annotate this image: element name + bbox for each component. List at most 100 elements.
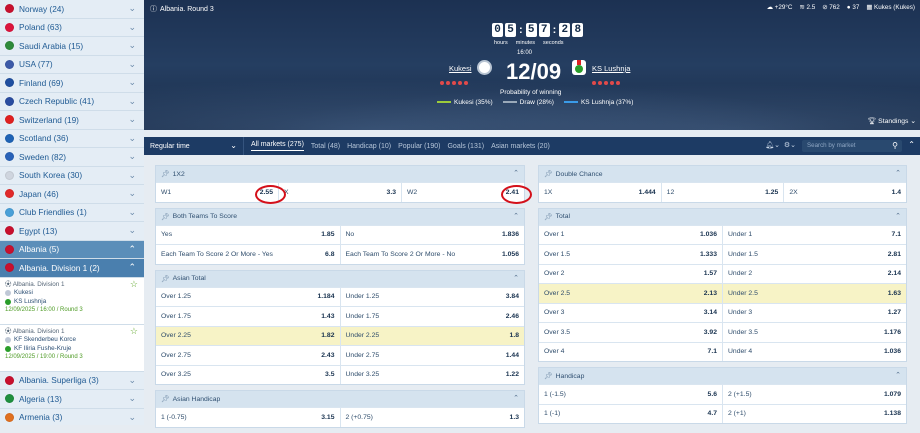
odds-cell[interactable]: Yes 1.85 bbox=[156, 225, 341, 244]
odds-cell[interactable]: Under 3.5 1.176 bbox=[723, 323, 906, 342]
odds-cell[interactable]: Under 2.25 1.8 bbox=[340, 326, 524, 345]
sidebar-item[interactable]: USA (77) ⌄ bbox=[0, 56, 144, 74]
odds-cell[interactable]: Each Team To Score 2 Or More - No 1.056 bbox=[340, 245, 524, 264]
odds-cell[interactable]: Over 2.75 2.43 bbox=[156, 346, 341, 365]
sidebar-item[interactable]: Albania. Division 1 (2) ⌃ bbox=[0, 259, 144, 278]
sidebar-item[interactable]: Japan (46) ⌄ bbox=[0, 185, 144, 204]
chevron-up-icon[interactable]: ⌃ bbox=[895, 371, 901, 379]
match-card[interactable]: ⚽︎ Albania. Division 1 Kukesi KS Lushnja 12… bbox=[0, 277, 144, 325]
chevron-up-icon[interactable]: ⌃ bbox=[895, 169, 901, 177]
favorite-star-icon[interactable]: ☆ bbox=[130, 326, 138, 336]
odds-cell[interactable]: Under 2.5 1.63 bbox=[723, 284, 906, 303]
sidebar-item[interactable]: Switzerland (19) ⌄ bbox=[0, 111, 144, 130]
chevron-up-icon[interactable]: ⌃ bbox=[513, 169, 519, 177]
match-card[interactable]: ⚽︎ Albania. Division 1 KF Skenderbeu Korc… bbox=[0, 324, 144, 372]
country-flag-icon bbox=[5, 375, 14, 385]
tab-popular[interactable]: Popular (190) bbox=[398, 143, 440, 150]
market-search-input[interactable]: Search by market bbox=[802, 140, 902, 152]
odds-cell[interactable]: Over 3 3.14 bbox=[539, 303, 723, 322]
odds-cell[interactable]: 1 (-1.5) 5.6 bbox=[539, 385, 723, 404]
odds-cell[interactable]: Over 1 1.036 bbox=[539, 225, 723, 244]
odds-cell[interactable]: 2X 1.4 bbox=[784, 183, 907, 202]
kickoff-time: 16:00 bbox=[517, 50, 533, 56]
sidebar-item[interactable]: Sweden (82) ⌄ bbox=[0, 148, 144, 167]
market-header[interactable]: 📌︎ Total ⌃ bbox=[539, 208, 906, 225]
pin-icon[interactable]: 📌︎ bbox=[161, 213, 170, 221]
home-team-link[interactable]: Kukesi bbox=[449, 64, 472, 73]
odds-cell[interactable]: Over 2.5 2.13 bbox=[539, 284, 723, 303]
sidebar-item[interactable]: Scotland (36) ⌄ bbox=[0, 130, 144, 148]
market-header[interactable]: 📌︎ Asian Total ⌃ bbox=[156, 270, 524, 287]
tab-asian-markets[interactable]: Asian markets (20) bbox=[491, 143, 550, 150]
sidebar-item[interactable]: South Korea (30) ⌄ bbox=[0, 167, 144, 185]
sidebar-item[interactable]: Egypt (13) ⌄ bbox=[0, 222, 144, 241]
odds-cell[interactable]: 2 (+1) 1.138 bbox=[723, 404, 906, 423]
odds-cell[interactable]: 1 (-0.75) 3.15 bbox=[156, 408, 341, 427]
sidebar-item[interactable]: Club Friendlies (1) ⌄ bbox=[0, 204, 144, 222]
notification-settings-icons[interactable]: 🔔︎⌄ ⚙⌄ bbox=[765, 141, 796, 149]
tab-handicap[interactable]: Handicap (10) bbox=[347, 143, 391, 150]
tab-all-markets[interactable]: All markets (275) bbox=[251, 141, 304, 151]
odds-cell[interactable]: Over 1.5 1.333 bbox=[539, 245, 723, 264]
odds-cell[interactable]: Under 3.25 1.22 bbox=[340, 365, 524, 384]
market-header[interactable]: 📌︎ 1X2 ⌃ bbox=[156, 166, 524, 182]
sidebar-item[interactable]: Poland (63) ⌄ bbox=[0, 19, 144, 37]
odds-cell[interactable]: Under 2 2.14 bbox=[723, 264, 906, 283]
tab-total[interactable]: Total (48) bbox=[311, 143, 340, 150]
odds-cell[interactable]: No 1.836 bbox=[340, 225, 524, 244]
chevron-up-icon[interactable]: ⌃ bbox=[513, 274, 519, 282]
odds-cell[interactable]: Under 4 1.036 bbox=[723, 342, 906, 361]
sidebar-item[interactable]: Algeria (13) ⌄ bbox=[0, 390, 144, 409]
odds-cell[interactable]: Over 4 7.1 bbox=[539, 342, 723, 361]
odds-cell[interactable]: Under 3 1.27 bbox=[723, 303, 906, 322]
odds-cell[interactable]: Over 1.25 1.184 bbox=[156, 287, 341, 306]
odds-cell[interactable]: 1 (-1) 4.7 bbox=[539, 404, 723, 423]
market-header[interactable]: 📌︎ Double Chance ⌃ bbox=[539, 166, 906, 182]
market-header[interactable]: 📌︎ Both Teams To Score ⌃ bbox=[156, 208, 524, 225]
odds-cell[interactable]: Over 3.25 3.5 bbox=[156, 365, 341, 384]
odds-cell[interactable]: Under 1.5 2.81 bbox=[723, 245, 906, 264]
market-header[interactable]: 📌︎ Handicap ⌃ bbox=[539, 368, 906, 384]
pin-icon[interactable]: 📌︎ bbox=[161, 275, 170, 283]
collapse-all-icon[interactable]: ⌃ bbox=[908, 140, 915, 149]
odds-cell[interactable]: X 3.3 bbox=[279, 183, 402, 202]
pin-icon[interactable]: 📌︎ bbox=[544, 372, 553, 380]
away-team-link[interactable]: KS Lushnja bbox=[592, 64, 630, 73]
sidebar-item[interactable]: Norway (24) ⌄ bbox=[0, 0, 144, 19]
sidebar-item[interactable]: Armenia (3) ⌄ bbox=[0, 409, 144, 426]
market-header[interactable]: 📌︎ Asian Handicap ⌃ bbox=[156, 391, 524, 407]
odds-cell[interactable]: Over 2 1.57 bbox=[539, 264, 723, 283]
chevron-up-icon[interactable]: ⌃ bbox=[513, 212, 519, 220]
odds-cell[interactable]: 12 1.25 bbox=[661, 183, 785, 202]
sidebar-item[interactable]: Finland (69) ⌄ bbox=[0, 74, 144, 93]
pin-icon[interactable]: 📌︎ bbox=[161, 170, 170, 178]
favorite-star-icon[interactable]: ☆ bbox=[130, 279, 138, 289]
sidebar-item[interactable]: Czech Republic (41) ⌄ bbox=[0, 93, 144, 111]
odds-cell[interactable]: Over 2.25 1.82 bbox=[156, 326, 341, 345]
odds-cell[interactable]: W1 2.55 bbox=[156, 183, 287, 204]
tab-goals[interactable]: Goals (131) bbox=[447, 143, 484, 150]
sidebar-item[interactable]: Albania. Superliga (3) ⌄ bbox=[0, 372, 144, 390]
pin-icon[interactable]: 📌︎ bbox=[161, 395, 170, 403]
odds-cell[interactable]: 2 (+0.75) 1.3 bbox=[340, 408, 524, 427]
odds-cell[interactable]: Over 3.5 3.92 bbox=[539, 323, 723, 342]
standings-button[interactable]: 🏆︎ Standings ⌄ bbox=[868, 117, 916, 125]
pin-icon[interactable]: 📌︎ bbox=[544, 170, 553, 178]
sidebar-item[interactable]: Albania (5) ⌃ bbox=[0, 240, 144, 259]
odds-cell[interactable]: Under 1 7.1 bbox=[723, 225, 906, 244]
odds-cell[interactable]: Under 1.25 3.84 bbox=[340, 287, 524, 306]
odds-value: 1.85 bbox=[321, 231, 335, 239]
odds-cell[interactable]: Over 1.75 1.43 bbox=[156, 307, 341, 326]
pin-icon[interactable]: 📌︎ bbox=[544, 213, 553, 221]
odds-cell[interactable]: Under 1.75 2.46 bbox=[340, 307, 524, 326]
period-select[interactable]: Regular time ⌄ bbox=[144, 137, 244, 155]
odds-cell[interactable]: 2 (+1.5) 1.079 bbox=[723, 385, 906, 404]
chevron-up-icon[interactable]: ⌃ bbox=[895, 212, 901, 220]
outcome-label: Over 2 bbox=[544, 270, 565, 278]
odds-cell[interactable]: Each Team To Score 2 Or More - Yes 6.8 bbox=[156, 245, 341, 264]
chevron-up-icon[interactable]: ⌃ bbox=[513, 394, 519, 402]
sidebar-item[interactable]: Saudi Arabia (15) ⌄ bbox=[0, 37, 144, 56]
odds-cell[interactable]: W2 2.41 bbox=[402, 183, 533, 204]
odds-cell[interactable]: 1X 1.444 bbox=[539, 183, 662, 202]
odds-cell[interactable]: Under 2.75 1.44 bbox=[340, 346, 524, 365]
